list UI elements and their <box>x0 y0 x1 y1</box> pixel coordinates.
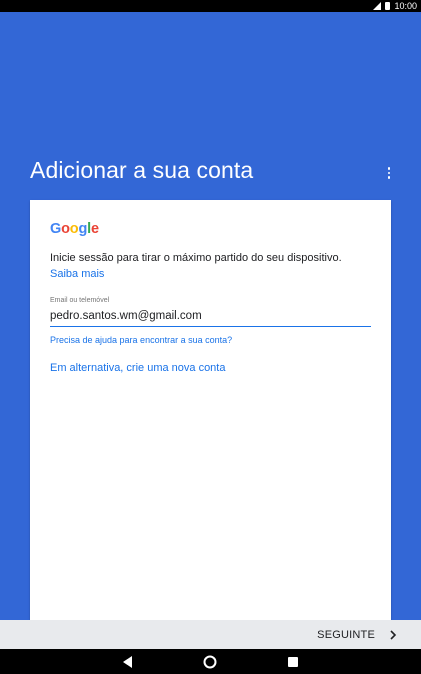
google-logo: Google <box>50 221 99 237</box>
sign-in-card: Google Inicie sessão para tirar o máximo… <box>30 200 391 620</box>
nav-home-icon[interactable] <box>203 655 217 669</box>
email-field[interactable] <box>50 308 371 327</box>
find-account-help-link[interactable]: Precisa de ajuda para encontrar a sua co… <box>50 335 232 345</box>
next-button[interactable]: SEGUINTE <box>317 620 397 649</box>
page-title: Adicionar a sua conta <box>30 157 254 183</box>
bottom-bar: SEGUINTE <box>0 620 421 649</box>
create-account-link[interactable]: Em alternativa, crie uma nova conta <box>50 362 225 374</box>
email-field-label: Email ou telemóvel <box>50 297 110 304</box>
overflow-menu-icon[interactable] <box>384 165 394 181</box>
nav-back-icon[interactable] <box>122 656 134 668</box>
signal-icon <box>373 2 382 10</box>
status-bar: 10:00 <box>0 0 421 12</box>
next-button-label: SEGUINTE <box>317 628 375 641</box>
battery-icon <box>385 2 391 10</box>
learn-more-link[interactable]: Saiba mais <box>50 268 104 280</box>
intro-text: Inicie sessão para tirar o máximo partid… <box>50 252 342 264</box>
status-time: 10:00 <box>394 1 417 11</box>
chevron-right-icon <box>390 629 397 640</box>
nav-recent-icon[interactable] <box>288 657 298 667</box>
navigation-bar <box>0 649 421 674</box>
